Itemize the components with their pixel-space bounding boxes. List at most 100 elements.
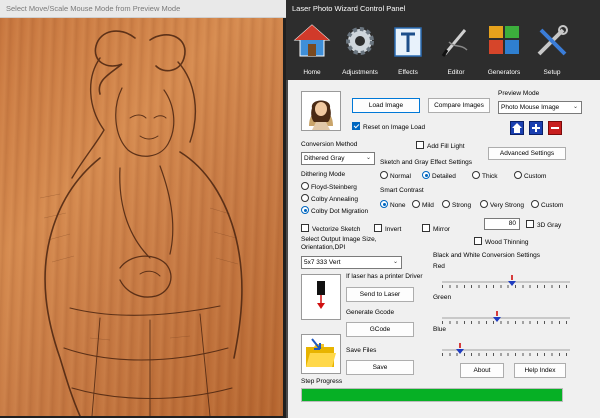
- control-panel-title: Laser Photo Wizard Control Panel: [286, 0, 600, 18]
- contrast-strong-radio[interactable]: Strong: [442, 200, 471, 209]
- effects-icon: [394, 27, 422, 57]
- chevron-down-icon: ⌄: [365, 155, 371, 161]
- preview-mode-value: Photo Mouse Image: [501, 104, 560, 111]
- toolbar-effects-button[interactable]: Effects: [386, 22, 430, 78]
- tools-icon: [537, 25, 568, 56]
- preview-window-title: Select Move/Scale Mouse Mode from Previe…: [0, 0, 286, 18]
- preview-mode-label: Preview Mode: [498, 90, 540, 97]
- mirror-label: Mirror: [433, 226, 450, 233]
- help-index-button[interactable]: Help Index: [514, 363, 566, 378]
- portrait-icon: [302, 92, 340, 130]
- slider-thumb-icon: [455, 343, 464, 354]
- sketch-thick-radio[interactable]: Thick: [472, 171, 498, 180]
- mirror-checkbox[interactable]: Mirror: [422, 224, 450, 233]
- radio-icon: [301, 182, 309, 190]
- dither-annealing-radio[interactable]: Colby Annealing: [301, 194, 358, 203]
- step-progress-label: Step Progress: [301, 378, 343, 385]
- sketch-normal-label: Normal: [390, 173, 411, 180]
- conversion-method-select[interactable]: Dithered Gray ⌄: [301, 152, 375, 165]
- radio-selected-icon: [422, 171, 430, 179]
- contrast-mild-radio[interactable]: Mild: [412, 200, 434, 209]
- gray-value-input[interactable]: 80: [484, 218, 520, 230]
- dither-annealing-label: Colby Annealing: [311, 196, 358, 203]
- gear-icon: [346, 27, 374, 55]
- vectorize-sketch-checkbox[interactable]: Vectorize Sketch: [301, 224, 360, 233]
- green-slider-ticks: [442, 321, 570, 324]
- mirror-check-icon: [422, 224, 430, 232]
- toolbar-generators-label: Generators: [487, 69, 521, 76]
- toolbar-setup-button[interactable]: Setup: [530, 22, 574, 78]
- step-progress-fill: [302, 389, 562, 401]
- advanced-settings-button[interactable]: Advanced Settings: [488, 147, 566, 160]
- slider-thumb-icon: [508, 275, 517, 286]
- compare-images-button[interactable]: Compare Images: [428, 98, 490, 113]
- sketch-gray-label: Sketch and Gray Effect Settings: [380, 159, 473, 166]
- invert-label: Invert: [385, 226, 402, 233]
- reset-on-load-checkbox[interactable]: Reset on Image Load: [352, 122, 425, 131]
- red-slider[interactable]: [442, 275, 570, 289]
- sketch-detailed-radio[interactable]: Detailed: [422, 171, 456, 180]
- laser-icon: [317, 281, 325, 309]
- toolbar-adjustments-button[interactable]: Adjustments: [338, 22, 382, 78]
- radio-icon: [472, 171, 480, 179]
- blue-label: Blue: [433, 326, 447, 333]
- vectorize-check-icon: [301, 224, 309, 232]
- output-size-select[interactable]: 5x7 333 Vert ⌄: [301, 256, 402, 269]
- red-slider-track: [442, 281, 570, 283]
- radio-icon: [531, 200, 539, 208]
- sketch-custom-radio[interactable]: Custom: [514, 171, 546, 180]
- contrast-very-strong-label: Very Strong: [490, 202, 524, 209]
- save-button[interactable]: Save: [346, 360, 414, 375]
- reset-on-load-label: Reset on Image Load: [363, 124, 426, 131]
- gray-3d-checkbox[interactable]: 3D Gray: [526, 220, 561, 229]
- toolbar-editor-button[interactable]: Editor: [434, 22, 478, 78]
- zoom-out-button[interactable]: [548, 121, 562, 135]
- gray-3d-check-icon: [526, 220, 534, 228]
- toolbar-home-button[interactable]: Home: [290, 22, 334, 78]
- contrast-none-radio[interactable]: None: [380, 200, 406, 209]
- dither-floyd-label: Floyd-Steinberg: [311, 184, 357, 191]
- send-to-laser-button[interactable]: Send to Laser: [346, 287, 414, 302]
- contrast-custom-radio[interactable]: Custom: [531, 200, 563, 209]
- contrast-very-strong-radio[interactable]: Very Strong: [480, 200, 524, 209]
- image-thumbnail[interactable]: [301, 91, 341, 131]
- home-view-button[interactable]: [510, 121, 524, 135]
- step-progress-bar: [301, 388, 563, 402]
- preview-image[interactable]: [0, 18, 283, 416]
- invert-checkbox[interactable]: Invert: [374, 224, 401, 233]
- radio-icon: [301, 194, 309, 202]
- slider-thumb-icon: [493, 311, 502, 322]
- smart-contrast-label: Smart Contrast: [380, 187, 424, 194]
- dither-dot-migration-radio[interactable]: Colby Dot Migration: [301, 206, 368, 215]
- vectorize-sketch-label: Vectorize Sketch: [312, 226, 361, 233]
- toolbar: Home Adjustments Effects Editor Generato…: [286, 18, 600, 80]
- radio-icon: [380, 171, 388, 179]
- about-button[interactable]: About: [460, 363, 504, 378]
- conversion-method-label: Conversion Method: [301, 141, 358, 148]
- output-size-label: Select Output Image Size, Orientation,DP…: [301, 236, 421, 252]
- add-fill-light-checkbox[interactable]: Add Fill Light: [416, 141, 465, 150]
- toolbar-setup-label: Setup: [543, 69, 561, 76]
- dither-floyd-radio[interactable]: Floyd-Steinberg: [301, 182, 357, 191]
- sketch-normal-radio[interactable]: Normal: [380, 171, 411, 180]
- contrast-none-label: None: [390, 202, 406, 209]
- wood-thinning-checkbox[interactable]: Wood Thinning: [474, 237, 529, 246]
- bw-conversion-label: Black and White Conversion Settings: [433, 252, 540, 259]
- conversion-method-value: Dithered Gray: [304, 155, 345, 162]
- blue-slider[interactable]: [442, 343, 570, 357]
- gcode-button[interactable]: GCode: [346, 322, 414, 337]
- radio-icon: [442, 200, 450, 208]
- toolbar-home-label: Home: [303, 69, 321, 76]
- sketch-thick-label: Thick: [482, 173, 498, 180]
- green-slider[interactable]: [442, 311, 570, 325]
- pen-icon: [441, 29, 468, 57]
- toolbar-generators-button[interactable]: Generators: [482, 22, 526, 78]
- zoom-in-button[interactable]: [529, 121, 543, 135]
- contrast-strong-label: Strong: [452, 202, 472, 209]
- dither-dot-migration-label: Colby Dot Migration: [311, 208, 369, 215]
- load-image-button[interactable]: Load Image: [352, 98, 420, 113]
- radio-icon: [514, 171, 522, 179]
- preview-mode-select[interactable]: Photo Mouse Image ⌄: [498, 101, 582, 114]
- home-icon: [293, 24, 331, 57]
- add-fill-light-check-icon: [416, 141, 424, 149]
